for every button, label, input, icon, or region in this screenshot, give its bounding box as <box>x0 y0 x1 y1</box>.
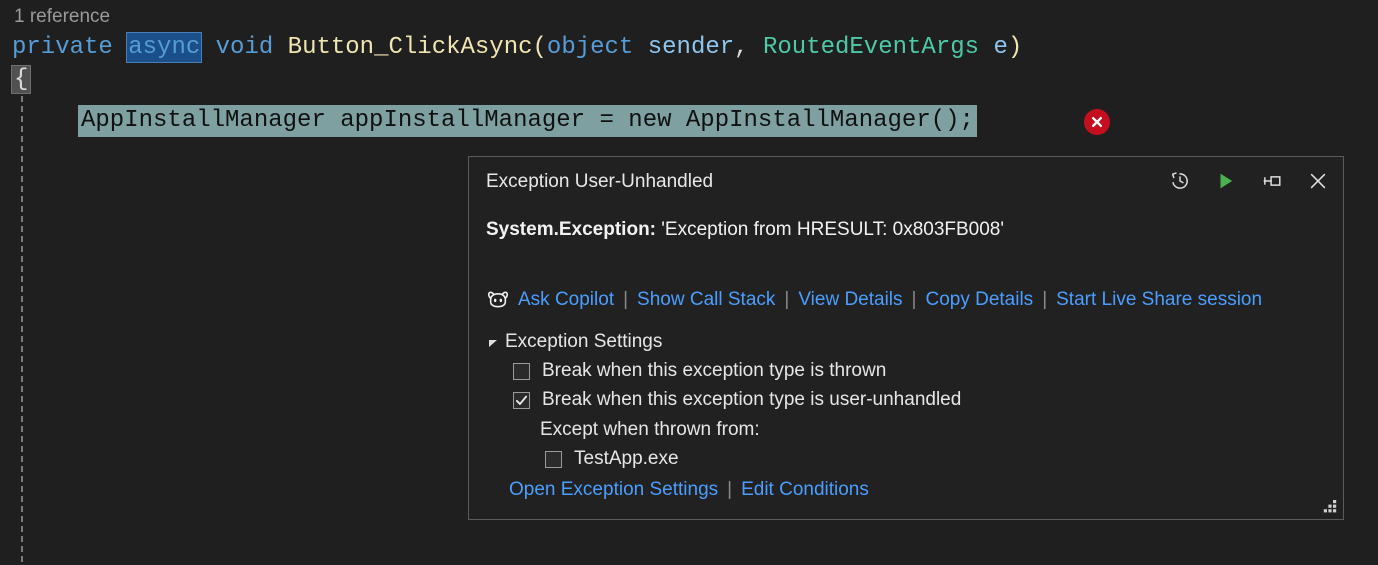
break-when-thrown-label: Break when this exception type is thrown <box>542 360 887 381</box>
pin-icon[interactable] <box>1257 166 1287 196</box>
link-separator: | <box>1042 289 1048 310</box>
exception-settings-header[interactable]: Exception Settings <box>486 331 961 353</box>
error-icon[interactable] <box>1084 109 1110 135</box>
module-testapp-row[interactable]: TestApp.exe <box>545 448 961 470</box>
popup-title: Exception User-Unhandled <box>486 171 714 192</box>
token-void: void <box>215 34 274 61</box>
token-type-routedeventargs: RoutedEventArgs <box>762 34 980 61</box>
link-separator: | <box>911 289 917 310</box>
close-icon[interactable] <box>1303 166 1333 196</box>
token-comma: , <box>734 34 749 61</box>
exception-settings-group: Exception Settings Break when this excep… <box>486 331 961 470</box>
token-async-selected[interactable]: async <box>126 32 203 63</box>
module-testapp-label: TestApp.exe <box>574 448 679 469</box>
start-live-share-link[interactable]: Start Live Share session <box>1056 289 1262 311</box>
token-paren-open: ( <box>532 34 547 61</box>
token-method-name: Button_ClickAsync <box>287 34 533 61</box>
codelens-reference-count[interactable]: 1 reference <box>14 6 110 28</box>
exception-detail-text: 'Exception from HRESULT: 0x803FB008' <box>661 219 1005 240</box>
exception-helper-popup[interactable]: Exception User-Unhandled System.Exceptio… <box>468 156 1344 520</box>
link-separator: | <box>623 289 629 310</box>
token-private: private <box>12 34 113 61</box>
popup-titlebar: Exception User-Unhandled <box>469 157 1343 207</box>
ask-copilot-link[interactable]: Ask Copilot <box>518 289 614 311</box>
exception-settings-label: Exception Settings <box>505 331 663 352</box>
bottom-links-row: Open Exception Settings | Edit Condition… <box>509 479 869 501</box>
edit-conditions-link[interactable]: Edit Conditions <box>741 479 869 501</box>
code-line-open-brace[interactable]: { <box>10 65 32 94</box>
code-line-current-statement[interactable]: AppInstallManager appInstallManager = ne… <box>78 105 977 137</box>
code-line-method-signature[interactable]: private async void Button_ClickAsync(obj… <box>12 32 1023 63</box>
token-paren-close: ) <box>1007 34 1023 61</box>
exception-type: System.Exception: <box>486 219 656 240</box>
copilot-icon <box>486 290 510 310</box>
break-when-thrown-row[interactable]: Break when this exception type is thrown <box>513 360 961 382</box>
continue-play-icon[interactable] <box>1211 166 1241 196</box>
break-when-user-unhandled-checkbox[interactable] <box>513 391 530 409</box>
open-exception-settings-link[interactable]: Open Exception Settings <box>509 479 718 501</box>
break-when-user-unhandled-label: Break when this exception type is user-u… <box>542 389 962 410</box>
view-details-link[interactable]: View Details <box>798 289 902 311</box>
link-separator: | <box>784 289 790 310</box>
token-param-sender: sender <box>647 34 735 61</box>
break-when-user-unhandled-row[interactable]: Break when this exception type is user-u… <box>513 389 961 411</box>
break-when-thrown-checkbox[interactable] <box>513 362 530 380</box>
except-when-thrown-from-label: Except when thrown from: <box>540 419 760 440</box>
show-call-stack-link[interactable]: Show Call Stack <box>637 289 775 311</box>
token-param-e: e <box>993 34 1008 61</box>
copy-details-link[interactable]: Copy Details <box>925 289 1033 311</box>
token-open-brace: { <box>10 65 32 94</box>
indent-guide <box>21 96 23 562</box>
module-testapp-checkbox[interactable] <box>545 450 562 468</box>
token-type-object: object <box>546 34 634 61</box>
exception-history-icon[interactable] <box>1165 166 1195 196</box>
exception-message: System.Exception: 'Exception from HRESUL… <box>486 219 1004 241</box>
resize-grip[interactable] <box>1322 498 1338 514</box>
popup-toolbar <box>1165 166 1333 196</box>
action-links-row: Ask Copilot | Show Call Stack | View Det… <box>486 289 1262 311</box>
expander-triangle-icon[interactable] <box>486 337 500 348</box>
link-separator: | <box>727 479 733 500</box>
